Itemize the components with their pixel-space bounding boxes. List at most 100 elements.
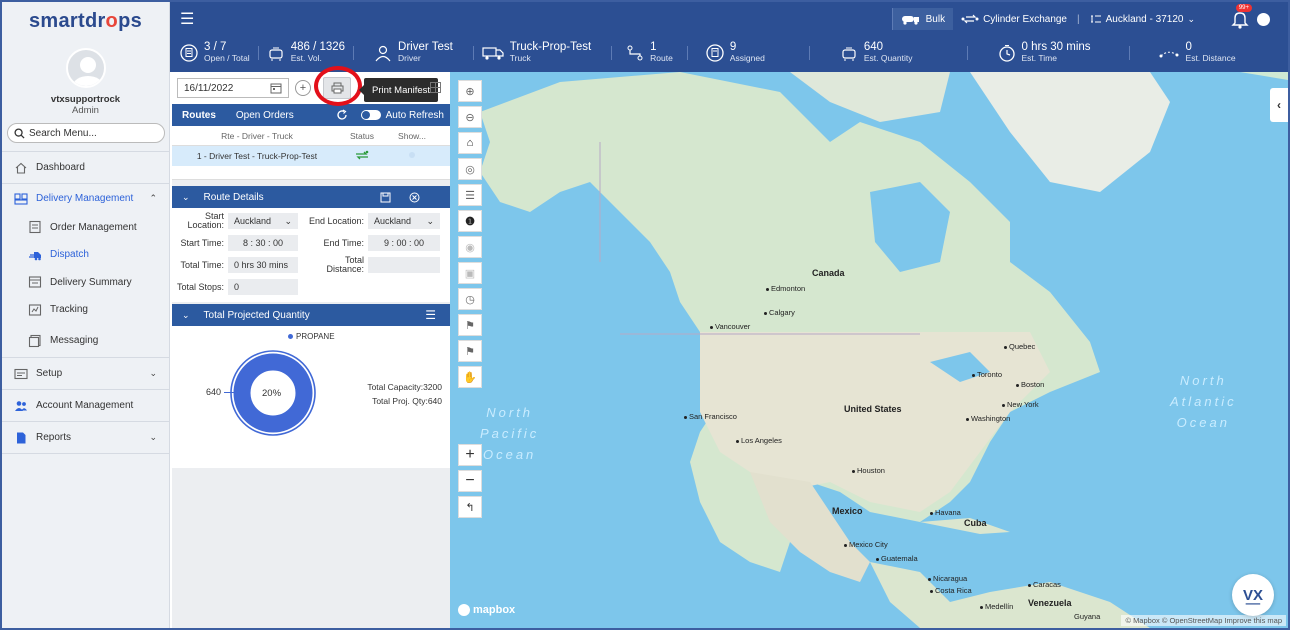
- chevron-up-icon: ⌃: [149, 193, 157, 203]
- end-time-input[interactable]: 9 : 00 : 00: [368, 235, 440, 251]
- tab-open-orders[interactable]: Open Orders: [226, 104, 304, 126]
- highlight-circle: [314, 66, 362, 106]
- driver-marker-icon[interactable]: ❶: [458, 210, 482, 232]
- map-label: Caracas: [1028, 580, 1061, 589]
- avatar[interactable]: [65, 48, 106, 88]
- save-icon[interactable]: [380, 192, 391, 203]
- end-location-select[interactable]: Auckland ⌄: [368, 213, 440, 229]
- chevron-down-icon: ⌄: [284, 215, 292, 226]
- app-logo[interactable]: smartdr o ps: [2, 2, 169, 40]
- search-box[interactable]: [7, 123, 165, 143]
- calendar-icon[interactable]: [270, 82, 282, 94]
- start-time-input[interactable]: 8 : 30 : 00: [228, 235, 298, 251]
- location-list-icon: [1090, 15, 1101, 23]
- sidebar-item-account-management[interactable]: Account Management: [2, 390, 169, 422]
- map-label: Los Angeles: [736, 436, 782, 445]
- column-header-show[interactable]: Show...: [382, 131, 442, 141]
- route-directions-icon[interactable]: ↰: [458, 496, 482, 518]
- sidebar-item-delivery-management[interactable]: Delivery Management ⌃: [2, 184, 169, 214]
- summary-icon: [28, 276, 42, 288]
- panel-collapse-button[interactable]: ‹: [1270, 88, 1288, 122]
- chevron-down-icon[interactable]: ⌄: [182, 310, 190, 321]
- sidebar-item-setup[interactable]: Setup ⌄: [2, 358, 169, 390]
- total-distance-label: Total Distance:: [326, 255, 364, 274]
- map-label: Calgary: [764, 308, 795, 317]
- truck-icon[interactable]: ▣: [458, 262, 482, 284]
- orders-circle-icon: [180, 44, 198, 62]
- panel-tabs: Routes Open Orders Auto Refresh: [172, 104, 450, 126]
- hamburger-menu-icon[interactable]: ☰: [180, 9, 194, 29]
- remove-pin-icon[interactable]: ⚑: [458, 340, 482, 362]
- setup-icon: [14, 368, 28, 379]
- hamburger-menu-icon[interactable]: ☰: [425, 308, 436, 322]
- date-picker[interactable]: 16/11/2022: [177, 78, 289, 98]
- sidebar-item-reports[interactable]: Reports ⌄: [2, 422, 169, 454]
- quantity-chart: PROPANE 20% 640 Total Capacity:3200 Tota…: [172, 326, 450, 468]
- globe-icon[interactable]: ◷: [458, 288, 482, 310]
- messaging-icon: [28, 334, 41, 347]
- zoom-out-magnifier-icon[interactable]: ⊖: [458, 106, 482, 128]
- sidebar: smartdrops vtxsupportrock Admin Dashboar…: [2, 2, 170, 628]
- donut-value-label: 640: [206, 387, 222, 397]
- close-circle-icon[interactable]: [409, 192, 420, 203]
- map-label: New York: [1002, 400, 1039, 409]
- sidebar-item-dispatch[interactable]: Dispatch: [2, 242, 169, 270]
- nav-menu: Dashboard Delivery Management ⌃ Order Ma…: [2, 151, 169, 454]
- user-role: Admin: [72, 105, 99, 116]
- locate-icon[interactable]: ◎: [458, 158, 482, 180]
- total-stops-label: Total Stops:: [176, 281, 224, 292]
- zoom-in-magnifier-icon[interactable]: ⊕: [458, 80, 482, 102]
- map-label: Mexico: [832, 506, 863, 516]
- zoom-in-button[interactable]: +: [458, 444, 482, 466]
- add-circle-icon[interactable]: +: [295, 80, 311, 96]
- vx-assistant-button[interactable]: V͟X: [1232, 574, 1274, 616]
- column-header-status[interactable]: Status: [342, 131, 382, 141]
- start-time-label: Start Time:: [180, 237, 224, 248]
- cylinder-exchange-toggle[interactable]: Cylinder Exchange: [953, 14, 1075, 25]
- chevron-down-icon[interactable]: ⌄: [182, 192, 190, 203]
- total-projected-quantity-header: ⌄ Total Projected Quantity ☰: [172, 304, 450, 326]
- map-attribution[interactable]: © Mapbox © OpenStreetMap Improve this ma…: [1121, 615, 1286, 626]
- map-label: Guyana: [1074, 612, 1101, 621]
- map-label: Toronto: [972, 370, 1002, 379]
- map-label: San Francisco: [684, 412, 737, 421]
- notification-badge: 99+: [1235, 4, 1252, 12]
- visibility-dot-icon[interactable]: [408, 151, 416, 159]
- hand-pan-icon[interactable]: ✋: [458, 366, 482, 388]
- map-view[interactable]: Canada Edmonton Calgary Vancouver Quebec…: [450, 72, 1288, 628]
- location-selector[interactable]: Auckland - 37120 ⌄: [1082, 14, 1203, 25]
- auto-refresh-toggle[interactable]: [360, 110, 381, 120]
- add-pin-icon[interactable]: ⚑: [458, 314, 482, 336]
- table-row[interactable]: 1 - Driver Test - Truck-Prop-Test: [172, 146, 450, 166]
- home-icon: [15, 162, 27, 174]
- mapbox-logo[interactable]: mapbox: [458, 604, 515, 616]
- bulk-toggle[interactable]: Bulk: [891, 8, 954, 30]
- map-label: Canada: [812, 268, 845, 278]
- sidebar-item-tracking[interactable]: Tracking: [2, 297, 169, 325]
- mapbox-icon: [458, 604, 470, 616]
- column-header-route[interactable]: Rte - Driver - Truck: [172, 131, 342, 141]
- home-icon[interactable]: ⌂: [458, 132, 482, 154]
- refresh-icon[interactable]: [336, 109, 348, 121]
- target-icon[interactable]: ◉: [458, 236, 482, 258]
- zoom-out-button[interactable]: −: [458, 470, 482, 492]
- tab-routes[interactable]: Routes: [172, 104, 226, 126]
- total-capacity-text: Total Capacity:3200: [367, 382, 442, 392]
- search-input[interactable]: [29, 127, 149, 139]
- user-status-icon[interactable]: [1257, 12, 1270, 26]
- map-label: Costa Rica: [930, 586, 972, 595]
- start-location-select[interactable]: Auckland ⌄: [228, 213, 298, 229]
- sidebar-item-dashboard[interactable]: Dashboard: [2, 152, 169, 184]
- map-zoom-controls: + − ↰: [458, 444, 482, 522]
- sidebar-item-messaging[interactable]: Messaging: [2, 324, 169, 358]
- sidebar-item-delivery-summary[interactable]: Delivery Summary: [2, 269, 169, 297]
- sidebar-item-order-management[interactable]: Order Management: [2, 214, 169, 242]
- route-details-header: ⌄ Route Details: [172, 186, 450, 208]
- clock-icon: [998, 45, 1015, 62]
- notification-bell[interactable]: 99+: [1229, 4, 1252, 30]
- layers-icon[interactable]: ☰: [458, 184, 482, 206]
- grid-icon[interactable]: [430, 82, 441, 93]
- stat-est-distance: 0 Est. Distance: [1130, 40, 1244, 66]
- user-name: vtxsupportrock: [50, 94, 121, 105]
- truck-icon: [482, 47, 504, 60]
